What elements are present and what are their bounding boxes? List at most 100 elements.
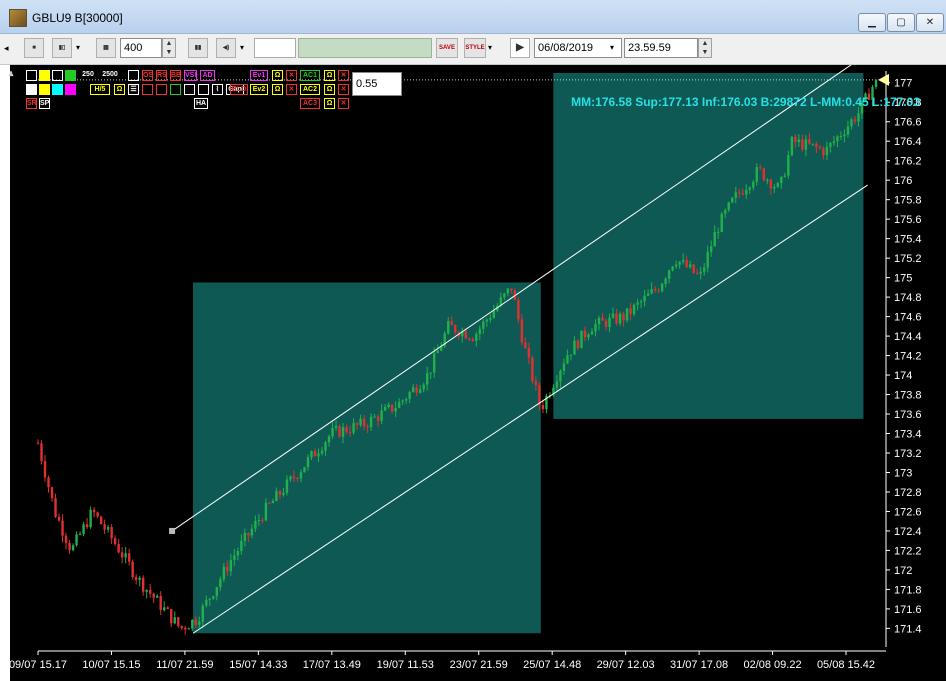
x-tick-label: 31/07 17.08: [670, 659, 728, 671]
sound-dropdown-icon[interactable]: ▾: [240, 38, 250, 58]
candle: [555, 381, 559, 388]
candle: [580, 330, 583, 349]
list-icon[interactable]: ☰: [128, 84, 139, 95]
save-disk-icon[interactable]: ■: [24, 38, 44, 58]
pen-tool-icon[interactable]: [39, 70, 50, 81]
time-input[interactable]: 23.59.59: [624, 38, 698, 58]
chart-type-dropdown-icon[interactable]: ▾: [76, 38, 86, 58]
candle: [720, 213, 723, 232]
candle: [846, 126, 850, 135]
ac3-button[interactable]: AC3: [300, 98, 320, 109]
date-dropdown-icon[interactable]: ▾: [610, 38, 622, 58]
candle: [447, 321, 450, 334]
save-button[interactable]: SAVE: [436, 38, 458, 58]
ac1-settings-icon[interactable]: Ω: [324, 70, 335, 81]
candle: [345, 427, 348, 433]
style-dropdown-icon[interactable]: ▾: [488, 38, 498, 58]
close-button[interactable]: ✕: [916, 13, 944, 32]
ev2-button[interactable]: Ev2: [250, 84, 268, 95]
indicator-value-input[interactable]: 0.55: [352, 72, 402, 96]
ac2-close-icon[interactable]: ✕: [338, 84, 349, 95]
maximize-button[interactable]: ▢: [887, 13, 915, 32]
ad-button[interactable]: AD: [200, 70, 215, 81]
sp-button[interactable]: SP: [39, 98, 50, 109]
sound-icon[interactable]: ◀): [216, 38, 236, 58]
line-tool-icon[interactable]: [26, 70, 37, 81]
white-swatch[interactable]: [26, 84, 37, 95]
rs-button[interactable]: RS: [156, 70, 167, 81]
play-icon[interactable]: ▶: [510, 38, 530, 58]
candle: [566, 355, 569, 364]
empty-field[interactable]: [254, 38, 296, 58]
bars-count-spinner[interactable]: ▲ ▼: [162, 38, 176, 58]
vsi-button[interactable]: VSI: [184, 70, 197, 81]
indicator-icon[interactable]: ▮▮: [188, 38, 208, 58]
zigzag-icon[interactable]: ⌇: [212, 84, 223, 95]
bld-button[interactable]: BLD: [230, 84, 248, 95]
candle: [471, 339, 474, 341]
candle: [625, 308, 629, 321]
style-button[interactable]: STYLE: [464, 38, 486, 58]
ev1-settings-icon[interactable]: Ω: [272, 70, 283, 81]
magenta-swatch[interactable]: [65, 84, 76, 95]
collapse-arrow-icon[interactable]: ◂: [4, 38, 12, 58]
ev1-button[interactable]: Ev1: [250, 70, 268, 81]
sr-button[interactable]: SR: [26, 98, 37, 109]
bars-icon[interactable]: [142, 84, 153, 95]
candle: [113, 538, 117, 545]
ac2-button[interactable]: AC2: [300, 84, 320, 95]
candle: [145, 589, 148, 592]
minimize-button[interactable]: ▁: [858, 13, 886, 32]
yellow-swatch[interactable]: [39, 84, 50, 95]
hline-tool-icon[interactable]: [52, 70, 63, 81]
ha-button[interactable]: HA: [194, 98, 208, 109]
ac1-button[interactable]: AC1: [300, 70, 320, 81]
candle: [836, 136, 839, 142]
candle: [717, 231, 720, 233]
ac3-settings-icon[interactable]: Ω: [324, 98, 335, 109]
candle: [660, 283, 664, 292]
bars-alt-icon[interactable]: [198, 84, 209, 95]
candle: [489, 318, 492, 320]
candle: [611, 313, 615, 318]
date-input[interactable]: 06/08/2019: [534, 38, 622, 58]
ac2-settings-icon[interactable]: Ω: [324, 84, 335, 95]
time-spinner[interactable]: ▲ ▼: [698, 38, 712, 58]
h5-button[interactable]: H/5: [90, 84, 110, 95]
ac3-close-icon[interactable]: ✕: [338, 98, 349, 109]
candle: [233, 555, 236, 561]
chart-type-icon[interactable]: ▮▯: [52, 38, 72, 58]
price-chart[interactable]: 177176.8176.6176.4176.2176175.8175.6175.…: [10, 65, 946, 681]
candle: [64, 535, 68, 543]
h5-settings-icon[interactable]: Ω: [114, 84, 125, 95]
os-button[interactable]: OS: [142, 70, 153, 81]
candle: [341, 427, 345, 437]
candle: [674, 264, 678, 267]
x-tick-label: 17/07 13.49: [303, 659, 361, 671]
pin-icon[interactable]: ♟: [6, 70, 16, 81]
ev2-settings-icon[interactable]: Ω: [272, 84, 283, 95]
candle: [653, 289, 657, 291]
candle: [271, 501, 275, 504]
box-tool-icon[interactable]: [128, 70, 139, 81]
candle: [47, 477, 50, 488]
ev2-close-icon[interactable]: ✕: [286, 84, 297, 95]
volume-icon[interactable]: [170, 84, 181, 95]
candle: [710, 246, 713, 252]
candle: [110, 527, 113, 539]
calculator-icon[interactable]: ▦: [96, 38, 116, 58]
candle: [299, 472, 303, 479]
candle: [387, 404, 390, 408]
candle: [85, 524, 89, 528]
ac1-close-icon[interactable]: ✕: [338, 70, 349, 81]
candle: [208, 598, 212, 600]
bb-button[interactable]: BB: [170, 70, 181, 81]
cyan-swatch[interactable]: [52, 84, 63, 95]
ev1-close-icon[interactable]: ✕: [286, 70, 297, 81]
candles-icon[interactable]: [156, 84, 167, 95]
bars-count-input[interactable]: 400: [120, 38, 162, 58]
range-icon[interactable]: [184, 84, 195, 95]
chart-area[interactable]: 177 176.8 176.6 176.4 176.2 176 175.8 175.6 175.…: [10, 65, 946, 681]
candle: [170, 609, 173, 624]
color-tool-icon[interactable]: [65, 70, 76, 81]
